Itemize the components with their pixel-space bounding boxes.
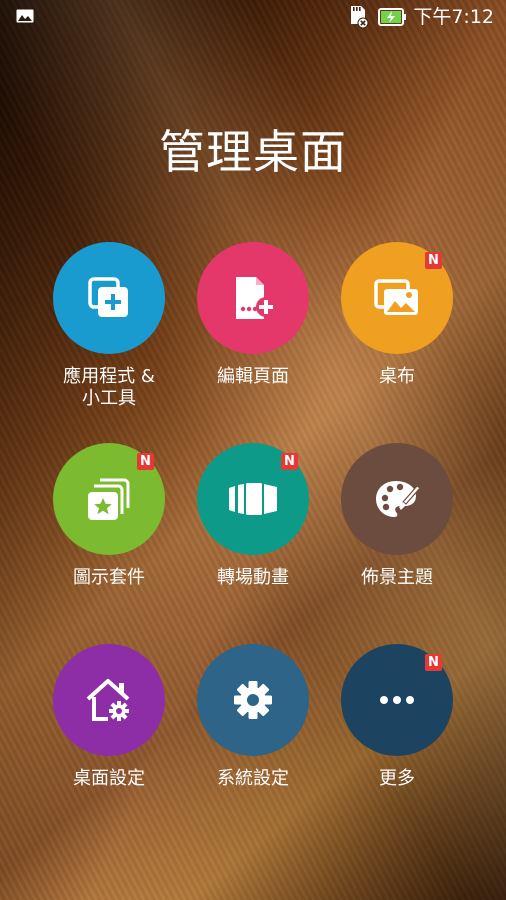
tile-edit-page-circle[interactable]: [197, 242, 309, 354]
tile-transition-effect-circle[interactable]: N: [197, 443, 309, 555]
new-badge: N: [425, 654, 442, 671]
page-title: 管理桌面: [159, 125, 347, 179]
tile-wallpaper-circle[interactable]: N: [341, 242, 453, 354]
tile-transition-effect[interactable]: N 轉場動畫: [178, 443, 328, 589]
tile-system-settings[interactable]: 系統設定: [178, 644, 328, 790]
tile-home-settings-label: 桌面設定: [73, 768, 145, 789]
tile-wallpaper-label: 桌布: [379, 366, 415, 387]
more-icon: [380, 696, 414, 704]
battery-charging-icon: [378, 8, 406, 26]
tile-icon-pack-circle[interactable]: N: [53, 443, 165, 555]
tile-apps-widgets-circle[interactable]: [53, 242, 165, 354]
add-widget-icon: [88, 277, 128, 317]
home-settings-icon: [86, 679, 130, 721]
tile-apps-widgets[interactable]: 應用程式 & 小工具: [34, 242, 184, 410]
tile-system-settings-circle[interactable]: [197, 644, 309, 756]
sd-card-removed-icon: [351, 6, 369, 29]
tile-system-settings-label: 系統設定: [217, 768, 289, 789]
tile-icon-pack[interactable]: N 圖示套件: [34, 443, 184, 589]
tile-icon-pack-label: 圖示套件: [73, 567, 145, 588]
status-bar: 下午7:12: [0, 0, 506, 34]
tile-edit-page-label: 編輯頁面: [217, 366, 289, 387]
icon-pack-icon: [88, 478, 130, 520]
tile-apps-widgets-label: 應用程式 & 小工具: [63, 366, 155, 409]
new-badge: N: [281, 453, 298, 470]
image-notification-icon: [16, 9, 34, 23]
tile-theme-label: 佈景主題: [361, 567, 433, 588]
new-badge: N: [425, 252, 442, 269]
wallpaper-icon: [374, 279, 418, 315]
tile-wallpaper[interactable]: N 桌布: [322, 242, 472, 388]
tile-more-label: 更多: [379, 768, 415, 789]
tile-more-circle[interactable]: N: [341, 644, 453, 756]
tile-home-settings-circle[interactable]: [53, 644, 165, 756]
status-clock: 下午7:12: [413, 6, 494, 28]
tile-theme-circle[interactable]: [341, 443, 453, 555]
transition-effect-icon: [229, 483, 277, 515]
tile-edit-page[interactable]: 編輯頁面: [178, 242, 328, 388]
tile-more[interactable]: N 更多: [322, 644, 472, 790]
edit-page-icon: [236, 277, 276, 319]
tile-theme[interactable]: 佈景主題: [322, 443, 472, 589]
tile-home-settings[interactable]: 桌面設定: [34, 644, 184, 790]
gear-icon: [234, 681, 272, 719]
theme-palette-icon: [376, 481, 421, 517]
new-badge: N: [137, 453, 154, 470]
tile-transition-effect-label: 轉場動畫: [217, 567, 289, 588]
